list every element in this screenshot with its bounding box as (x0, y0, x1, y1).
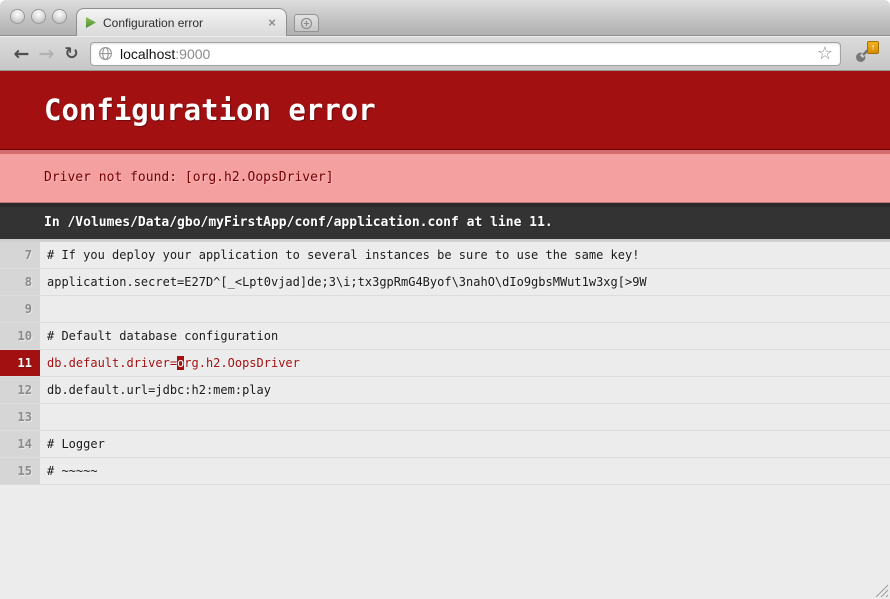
line-number: 8 (0, 269, 40, 295)
error-detail: Driver not found: [org.h2.OopsDriver] (0, 150, 890, 203)
code-line-7: 7 # If you deploy your application to se… (0, 242, 890, 269)
forward-button[interactable]: → (34, 41, 59, 67)
browser-menu-button[interactable]: ↑ (847, 40, 881, 68)
new-tab-button[interactable] (294, 14, 319, 32)
url-port: :9000 (175, 46, 210, 62)
code-line-11-error: 11 db.default.driver=org.h2.OopsDriver (0, 350, 890, 377)
code-line-13: 13 (0, 404, 890, 431)
line-code: db.default.url=jdbc:h2:mem:play (40, 377, 890, 403)
code-line-9: 9 (0, 296, 890, 323)
line-code (40, 296, 890, 322)
code-line-8: 8 application.secret=E27D^[_<Lpt0vjad]de… (0, 269, 890, 296)
play-framework-icon (84, 16, 97, 29)
url-host: localhost (120, 46, 175, 62)
code-line-12: 12 db.default.url=jdbc:h2:mem:play (0, 377, 890, 404)
minimize-window-button[interactable] (31, 9, 46, 24)
code-after-marker: rg.h2.OopsDriver (184, 356, 300, 370)
code-line-14: 14 # Logger (0, 431, 890, 458)
reload-button[interactable]: ↻ (59, 41, 84, 67)
code-listing: 7 # If you deploy your application to se… (0, 239, 890, 485)
line-number: 11 (0, 350, 40, 376)
tab-title: Configuration error (103, 16, 265, 30)
line-number: 10 (0, 323, 40, 349)
window-resize-grip[interactable] (873, 582, 889, 598)
update-badge-icon: ↑ (867, 41, 879, 54)
line-code: db.default.driver=org.h2.OopsDriver (40, 350, 890, 376)
line-code: # Logger (40, 431, 890, 457)
line-code: # Default database configuration (40, 323, 890, 349)
tab-close-icon[interactable]: × (265, 16, 279, 30)
tab-configuration-error[interactable]: Configuration error × (76, 8, 287, 36)
error-page: Configuration error Driver not found: [o… (0, 71, 890, 599)
line-code: application.secret=E27D^[_<Lpt0vjad]de;3… (40, 269, 890, 295)
error-location: In /Volumes/Data/gbo/myFirstApp/conf/app… (0, 203, 890, 239)
new-tab-plus-icon (300, 17, 313, 30)
globe-icon (98, 46, 113, 61)
browser-window: Configuration error × ← → ↻ localhost:90… (0, 0, 890, 599)
url-text: localhost:9000 (120, 46, 210, 62)
browser-toolbar: ← → ↻ localhost:9000 ☆ ↑ (0, 36, 890, 71)
line-number: 13 (0, 404, 40, 430)
bookmark-star-icon[interactable]: ☆ (817, 45, 833, 63)
address-bar[interactable]: localhost:9000 ☆ (90, 42, 841, 66)
line-number: 15 (0, 458, 40, 484)
line-code: # ~~~~~ (40, 458, 890, 484)
traffic-lights (10, 9, 67, 24)
back-button[interactable]: ← (9, 41, 34, 67)
line-code (40, 404, 890, 430)
page-title: Configuration error (0, 71, 890, 150)
code-before-marker: db.default.driver= (47, 356, 177, 370)
line-number: 7 (0, 242, 40, 268)
line-number: 9 (0, 296, 40, 322)
close-window-button[interactable] (10, 9, 25, 24)
line-code: # If you deploy your application to seve… (40, 242, 890, 268)
zoom-window-button[interactable] (52, 9, 67, 24)
line-number: 14 (0, 431, 40, 457)
line-number: 12 (0, 377, 40, 403)
code-line-10: 10 # Default database configuration (0, 323, 890, 350)
tab-strip: Configuration error × (0, 0, 890, 36)
code-line-15: 15 # ~~~~~ (0, 458, 890, 485)
